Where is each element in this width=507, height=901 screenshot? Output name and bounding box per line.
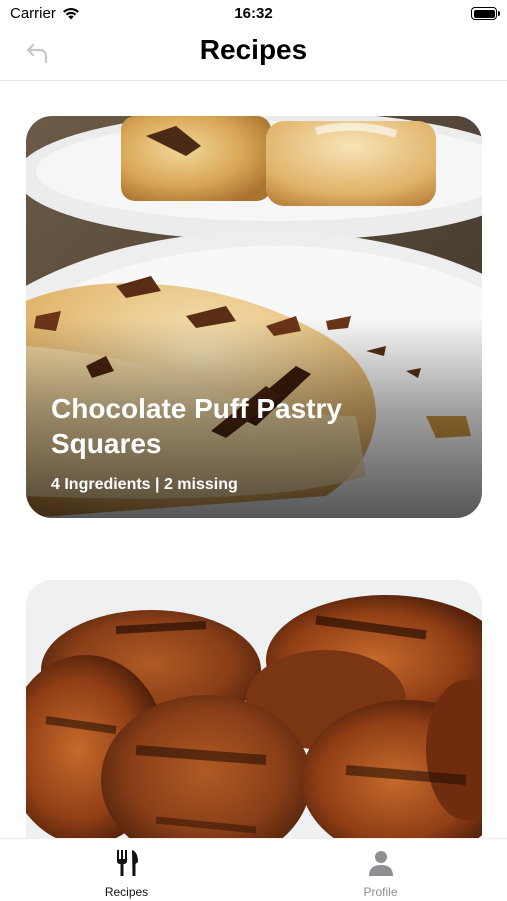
person-icon	[368, 851, 393, 876]
tab-recipes-label: Recipes	[104, 885, 149, 899]
navigation-bar: Recipes	[0, 28, 507, 81]
tab-bar: Recipes Profile	[0, 838, 507, 901]
recipe-card[interactable]	[26, 580, 482, 870]
recipe-card[interactable]: Chocolate Puff Pastry Squares 4 Ingredie…	[26, 116, 482, 518]
recipe-title: Chocolate Puff Pastry Squares	[51, 393, 342, 459]
clock: 16:32	[234, 5, 273, 22]
page-title: Recipes	[199, 34, 308, 65]
tab-profile-label: Profile	[363, 885, 398, 899]
tab-profile[interactable]: Profile	[254, 839, 507, 901]
recipe-photo	[26, 580, 482, 870]
recipe-ingredients-summary: 4 Ingredients | 2 missing	[51, 476, 238, 493]
status-bar: Carrier 16:32	[0, 0, 507, 28]
tab-recipes[interactable]: Recipes	[0, 839, 253, 901]
fork-knife-icon	[116, 850, 138, 876]
battery-icon	[471, 7, 500, 20]
